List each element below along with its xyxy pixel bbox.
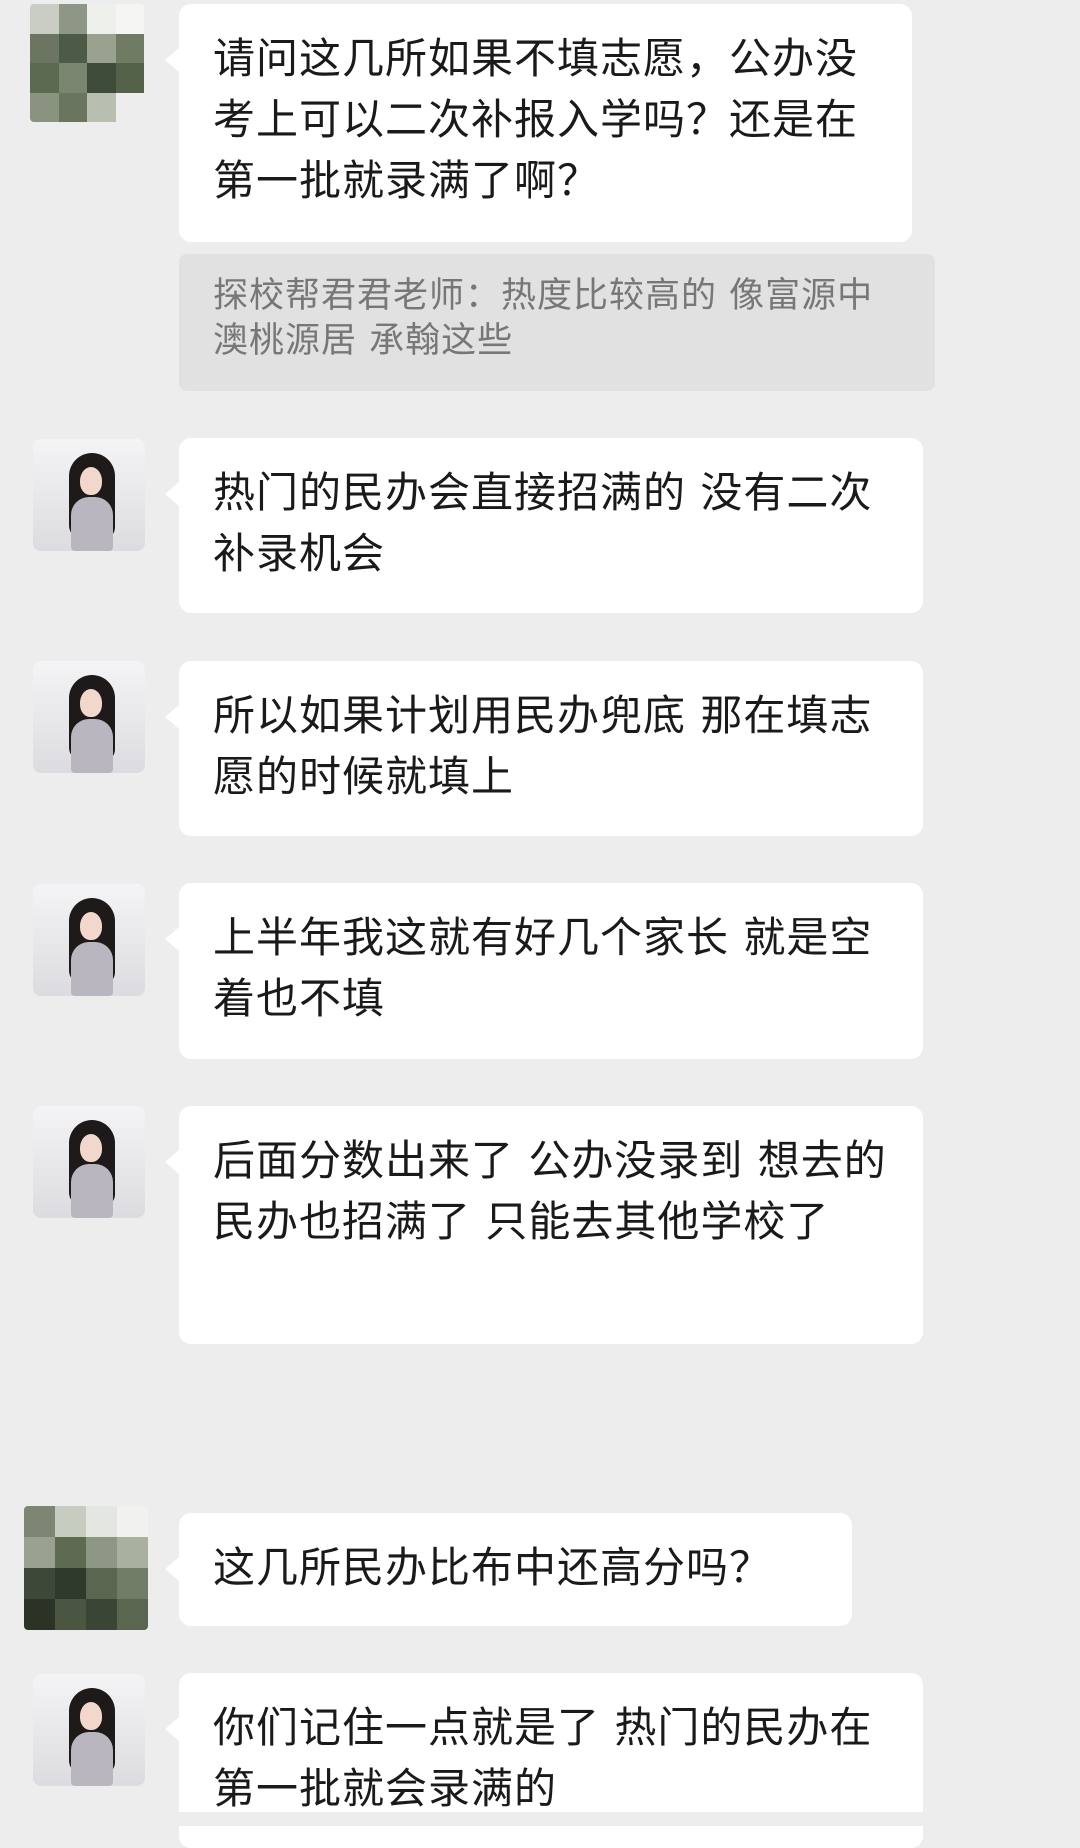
message-text: 上半年我这就有好几个家长 就是空着也不填 (213, 913, 873, 1023)
message-text: 后面分数出来了 公办没录到 想去的民办也招满了 只能去其他学校了 (213, 1136, 887, 1246)
message-bubble[interactable]: 上半年我这就有好几个家长 就是空着也不填 (165, 883, 923, 1059)
message-text: 请问这几所如果不填志愿，公办没考上可以二次补报入学吗？还是在第一批就录满了啊？ (213, 34, 859, 205)
bottom-edge (0, 1812, 1080, 1826)
message-bubble[interactable]: 所以如果计划用民办兜底 那在填志愿的时候就填上 (165, 661, 923, 836)
message-bubble[interactable]: 这几所民办比布中还高分吗？ (165, 1513, 852, 1626)
quoted-message-text: 探校帮君君老师：热度比较高的 像富源中澳桃源居 承翰这些 (213, 276, 874, 361)
message-bubble[interactable]: 后面分数出来了 公办没录到 想去的民办也招满了 只能去其他学校了 (165, 1106, 923, 1344)
teacher-avatar[interactable] (33, 884, 145, 996)
teacher-avatar[interactable] (33, 1674, 145, 1786)
parent-avatar[interactable] (24, 1506, 148, 1630)
teacher-avatar[interactable] (33, 661, 145, 773)
message-bubble[interactable]: 请问这几所如果不填志愿，公办没考上可以二次补报入学吗？还是在第一批就录满了啊？ (165, 4, 912, 242)
message-text: 这几所民办比布中还高分吗？ (213, 1543, 773, 1592)
parent-avatar[interactable] (30, 4, 144, 122)
message-text: 你们记住一点就是了 热门的民办在第一批就会录满的 (213, 1703, 873, 1813)
teacher-avatar[interactable] (33, 1106, 145, 1218)
teacher-avatar[interactable] (33, 439, 145, 551)
message-text: 热门的民办会直接招满的 没有二次补录机会 (213, 468, 873, 578)
message-bubble[interactable]: 热门的民办会直接招满的 没有二次补录机会 (165, 438, 923, 613)
quoted-message[interactable]: 探校帮君君老师：热度比较高的 像富源中澳桃源居 承翰这些 (179, 254, 935, 391)
message-text: 所以如果计划用民办兜底 那在填志愿的时候就填上 (213, 691, 873, 801)
